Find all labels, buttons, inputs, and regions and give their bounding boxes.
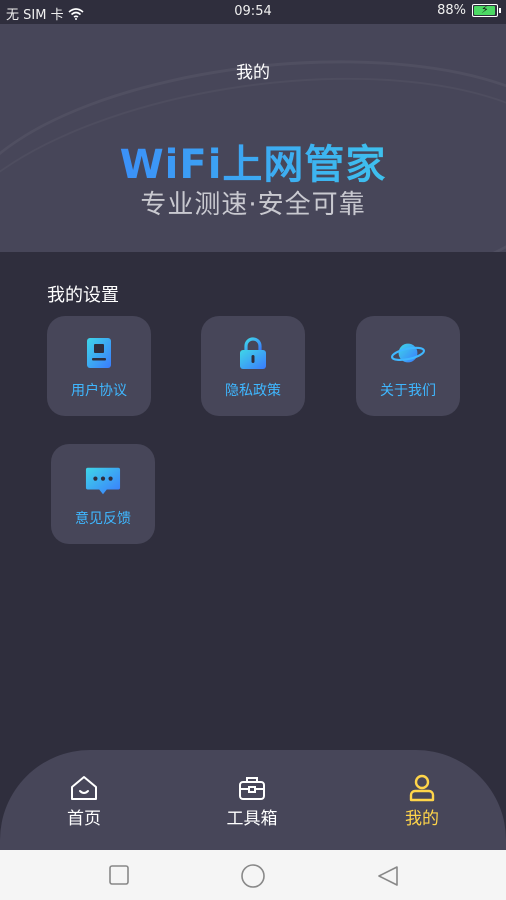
home-circle-icon[interactable] [240, 864, 266, 888]
tab-toolbox[interactable]: 工具箱 [202, 774, 302, 829]
header-banner: 我的 WiFi上网管家 专业测速·安全可靠 [0, 24, 506, 252]
battery-percent: 88% [437, 3, 466, 18]
about-us-label: 关于我们 [380, 383, 436, 399]
battery-icon: ⚡ [472, 3, 501, 17]
user-agreement-label: 用户协议 [71, 383, 127, 399]
settings-section-title: 我的设置 [47, 285, 119, 306]
status-bar: 无 SIM 卡 09:54 88% ⚡ [0, 0, 506, 24]
feedback-label: 意见反馈 [75, 511, 131, 527]
bottom-tab-bar: 首页 工具箱 我的 [0, 750, 506, 850]
document-icon [81, 335, 117, 371]
user-icon [372, 774, 472, 802]
tab-mine[interactable]: 我的 [372, 774, 472, 829]
brand-slogan: 专业测速·安全可靠 [140, 190, 366, 220]
about-us-button[interactable]: 关于我们 [356, 316, 460, 416]
tab-home[interactable]: 首页 [34, 774, 134, 829]
toolbox-icon [202, 774, 302, 802]
feedback-button[interactable]: 意见反馈 [51, 444, 155, 544]
clock: 09:54 [234, 4, 272, 19]
home-icon [34, 774, 134, 802]
privacy-policy-label: 隐私政策 [225, 383, 281, 399]
system-navigation-bar [0, 850, 506, 900]
brand-title: WiFi上网管家 [0, 132, 506, 190]
tab-home-label: 首页 [67, 809, 101, 829]
chat-bubble-icon [85, 463, 121, 499]
lock-icon [235, 335, 271, 371]
tab-mine-label: 我的 [405, 809, 439, 829]
tab-toolbox-label: 工具箱 [226, 809, 278, 829]
back-triangle-icon[interactable] [376, 864, 400, 888]
page-title: 我的 [236, 63, 270, 83]
privacy-policy-button[interactable]: 隐私政策 [201, 316, 305, 416]
user-agreement-button[interactable]: 用户协议 [47, 316, 151, 416]
recent-apps-icon[interactable] [108, 864, 130, 886]
planet-icon [390, 335, 426, 371]
